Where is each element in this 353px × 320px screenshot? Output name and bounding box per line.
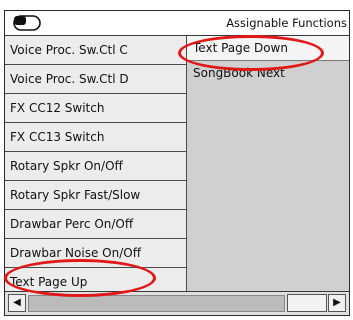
title-bar: Assignable Functions bbox=[5, 11, 349, 36]
assignable-list-right: Text Page Down SongBook Next bbox=[187, 36, 349, 291]
list-item-left-5[interactable]: Rotary Spkr On/Off bbox=[5, 152, 187, 181]
list-item-left-7[interactable]: Drawbar Perc On/Off bbox=[5, 210, 187, 239]
assignable-list-left: Voice Proc. Sw.Ctl C Voice Proc. Sw.Ctl … bbox=[5, 36, 187, 297]
list-item-left-3[interactable]: FX CC12 Switch bbox=[5, 94, 187, 123]
scroll-right-button[interactable]: ▶ bbox=[328, 294, 346, 312]
scroll-track[interactable] bbox=[28, 295, 285, 312]
list-item-left-6[interactable]: Rotary Spkr Fast/Slow bbox=[5, 181, 187, 210]
scroll-left-button[interactable]: ◀ bbox=[8, 294, 26, 312]
list-item-left-4[interactable]: FX CC13 Switch bbox=[5, 123, 187, 152]
arrow-right-icon: ▶ bbox=[333, 297, 341, 308]
cassette-icon bbox=[13, 15, 41, 31]
highlight-ellipse-text-page-up bbox=[4, 259, 156, 297]
list-item-left-2[interactable]: Voice Proc. Sw.Ctl D bbox=[5, 65, 187, 94]
list-item-left-1[interactable]: Voice Proc. Sw.Ctl C bbox=[5, 36, 187, 65]
arrow-left-icon: ◀ bbox=[13, 297, 21, 308]
scroll-thumb[interactable] bbox=[287, 294, 327, 312]
window-title: Assignable Functions bbox=[226, 16, 347, 30]
highlight-ellipse-text-page-down bbox=[178, 35, 324, 71]
